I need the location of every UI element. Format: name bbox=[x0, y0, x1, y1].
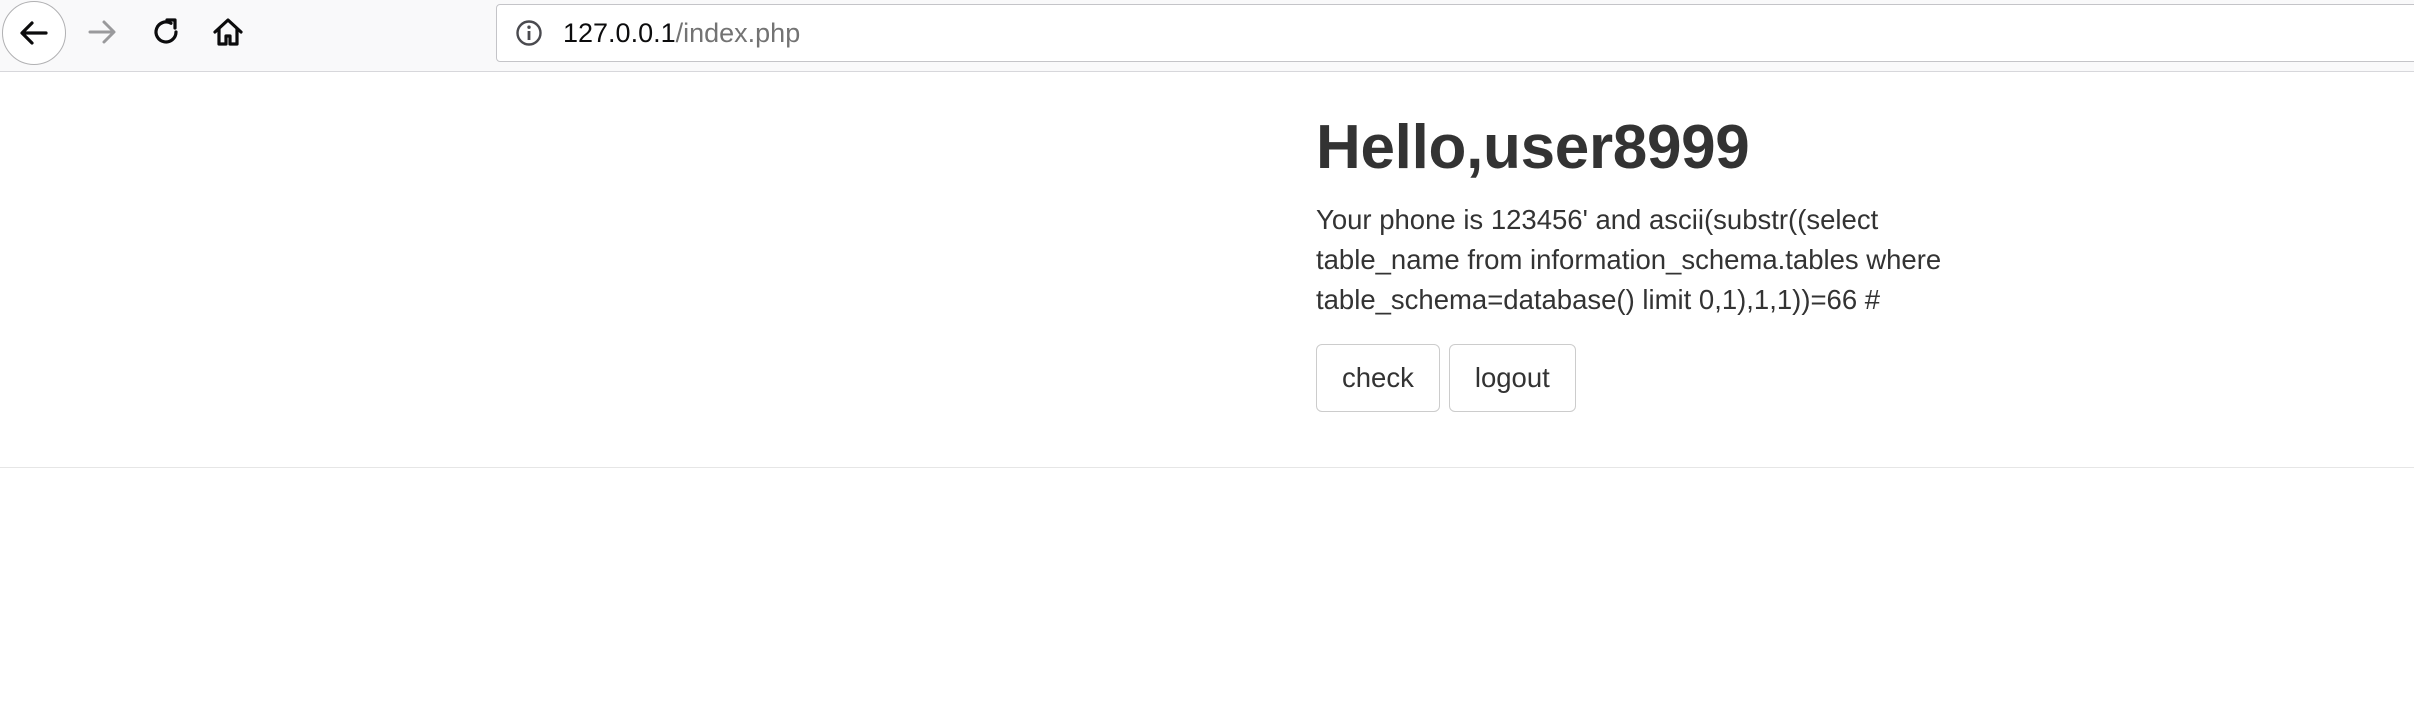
back-button[interactable] bbox=[2, 1, 66, 65]
button-row: check logout bbox=[1316, 344, 2016, 412]
url-bar[interactable]: 127.0.0.1/index.php bbox=[496, 4, 2414, 62]
forward-button[interactable] bbox=[80, 12, 124, 52]
phone-info-text: Your phone is 123456' and ascii(substr((… bbox=[1316, 204, 1942, 315]
arrow-left-icon bbox=[20, 21, 48, 45]
logout-button[interactable]: logout bbox=[1448, 344, 1576, 412]
browser-toolbar: 127.0.0.1/index.php bbox=[0, 0, 2414, 72]
home-button[interactable] bbox=[206, 12, 250, 52]
reload-button[interactable] bbox=[144, 12, 188, 52]
url-path: /index.php bbox=[675, 18, 801, 48]
greeting-heading: Hello,user8999 bbox=[1316, 113, 1750, 182]
main-content: Hello,user8999 Your phone is 123456' and… bbox=[1316, 110, 2016, 412]
reload-icon bbox=[154, 18, 178, 44]
arrow-right-icon bbox=[88, 20, 116, 44]
content-divider bbox=[0, 467, 2414, 468]
url-host: 127.0.0.1 bbox=[563, 18, 676, 48]
url-text[interactable]: 127.0.0.1/index.php bbox=[563, 19, 800, 47]
info-icon[interactable] bbox=[515, 19, 543, 47]
check-button[interactable]: check bbox=[1316, 344, 1440, 412]
home-icon bbox=[213, 18, 243, 46]
